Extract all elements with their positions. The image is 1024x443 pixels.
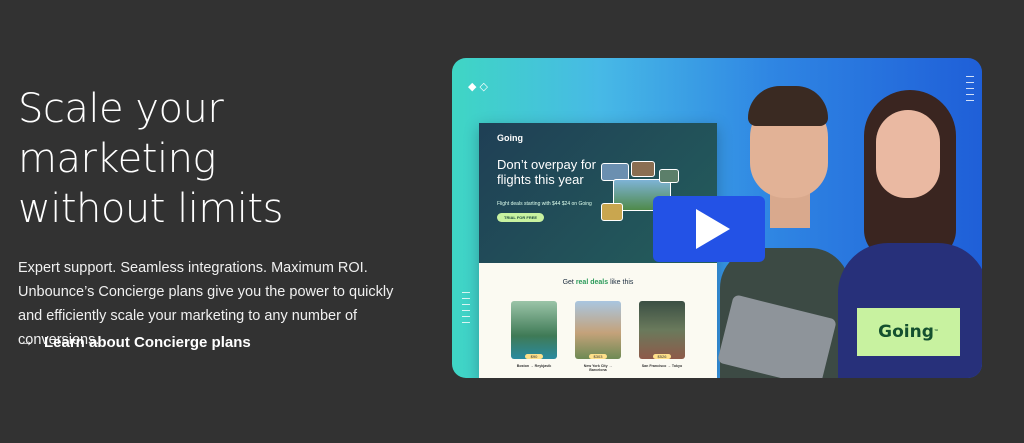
play-icon — [696, 209, 730, 249]
deals-section: Get real deals like this $90 Boston → Re… — [479, 263, 717, 378]
hero-title: Scale your marketing without limits — [18, 84, 418, 234]
hero-title-line: Scale your marketing — [18, 86, 224, 182]
man-figure — [748, 86, 828, 126]
woman-figure — [876, 110, 940, 198]
decorative-ticks — [966, 76, 974, 106]
play-button[interactable] — [653, 196, 765, 262]
landing-page-subtext: Flight deals starting with $44 $24 on Go… — [497, 201, 592, 207]
description-line: Unbounce’s Concierge plans give you the … — [18, 284, 394, 300]
concierge-plans-link[interactable]: → Learn about Concierge plans — [18, 333, 251, 351]
arrow-right-icon: → — [18, 333, 34, 350]
landing-page-headline: Don’t overpay for flights this year — [497, 157, 596, 187]
deal-card: $90 Boston → Reykjavik — [511, 301, 557, 368]
hero-text: Scale your marketing without limits Expe… — [18, 84, 418, 352]
description-line: and efficiently scale your marketing to … — [18, 308, 358, 324]
hero-title-line: without limits — [18, 186, 283, 232]
deal-card: $526 San Francisco → Tokyo — [639, 301, 685, 368]
description-line: Expert support. Seamless integrations. M… — [18, 260, 368, 276]
deal-card: $303 New York City → Barcelona — [575, 301, 621, 372]
landing-page-cta: TRIAL FOR FREE — [497, 213, 545, 222]
decorative-ticks — [462, 292, 470, 328]
concierge-plans-link-label: Learn about Concierge plans — [44, 333, 251, 351]
going-logo-badge: Going ™ — [857, 308, 960, 356]
sparkle-icon: ◆◇ — [468, 81, 491, 93]
deals-heading: Get real deals like this — [562, 279, 634, 286]
going-logo: Going — [497, 133, 523, 143]
promo-video[interactable]: ◆◇ Going Don’t overpay for flights this … — [452, 58, 982, 378]
